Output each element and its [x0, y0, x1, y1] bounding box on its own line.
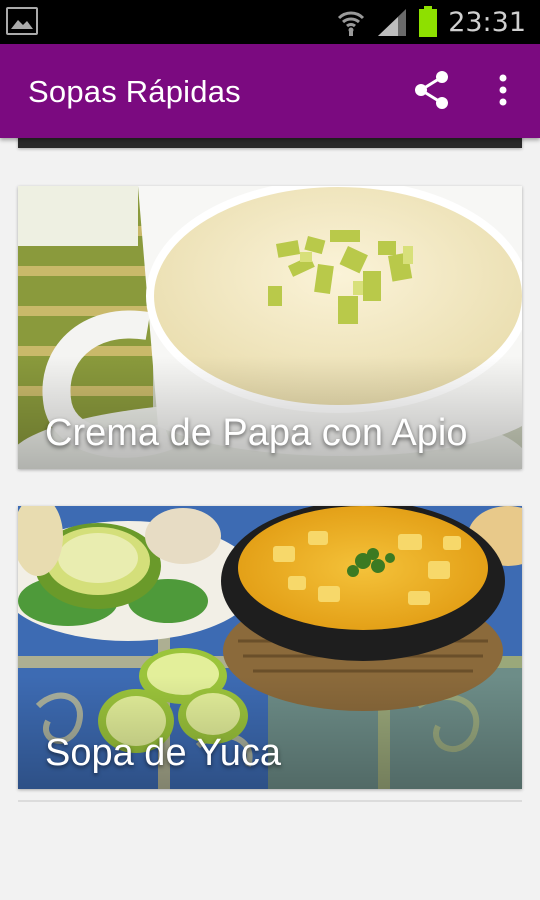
image-icon	[6, 7, 38, 35]
app-title: Sopas Rápidas	[28, 74, 241, 109]
recipe-title: Sopa de Yuca	[45, 732, 281, 774]
recipe-card[interactable]: Crema de Papa con Apio	[18, 186, 522, 469]
more-vert-icon	[499, 74, 507, 106]
recipe-title: Crema de Papa con Apio	[45, 412, 468, 454]
list-end-divider	[18, 800, 522, 802]
share-icon	[415, 71, 448, 109]
status-bar: 23:31	[0, 0, 540, 44]
status-time: 23:31	[448, 6, 526, 38]
overflow-menu-button[interactable]	[486, 68, 520, 112]
share-button[interactable]	[410, 68, 454, 112]
app-bar: Sopas Rápidas	[0, 44, 540, 138]
battery-icon	[419, 6, 438, 37]
status-icons: 23:31	[336, 0, 526, 44]
recipe-card[interactable]: Sopa de Yuca	[18, 506, 522, 789]
signal-icon	[378, 9, 407, 36]
wifi-icon	[338, 11, 365, 36]
